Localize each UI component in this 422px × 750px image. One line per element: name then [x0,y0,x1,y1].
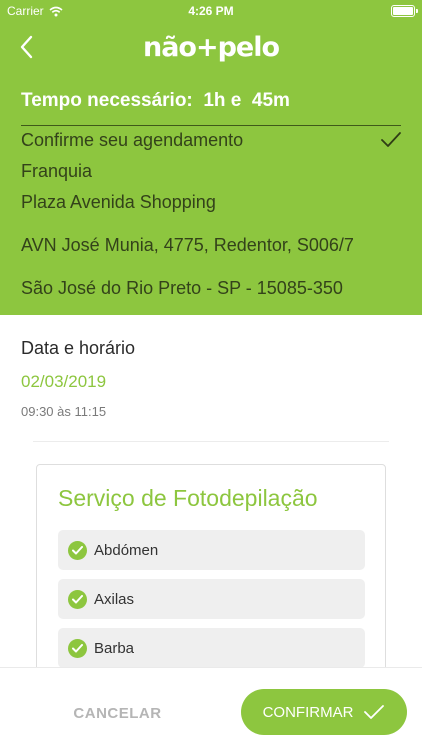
service-item: Barba [58,628,365,668]
confirm-button[interactable]: CONFIRMAR [241,689,407,735]
status-time: 4:26 PM [188,4,234,18]
header: Carrier 4:26 PM não+pelo Tempo necessári… [0,0,422,315]
cancel-button[interactable]: CANCELAR [40,698,195,730]
service-label: Axilas [94,590,135,608]
status-bar: Carrier 4:26 PM [0,0,422,22]
location-type: Franquia [21,161,93,181]
location-address: AVN José Munia, 4775, Redentor, S006/7 [21,235,354,255]
schedule-section: Data e horário [21,338,135,359]
check-circle-icon [68,540,87,560]
location-city: São José do Rio Preto - SP - 15085-350 [21,278,343,298]
required-time: Tempo necessário: 1h e 45m [21,90,290,111]
checkmark-icon [381,132,401,147]
action-footer: CANCELAR CONFIRMAR [0,667,422,750]
checkmark-icon [364,705,385,719]
schedule-date: 02/03/2019 [21,372,107,391]
schedule-title: Data e horário [21,338,136,358]
service-label: Abdómen [94,541,159,559]
confirm-title: Confirme seu agendamento [21,130,244,150]
confirm-label: CONFIRMAR [262,703,354,721]
header-divider [21,125,401,126]
battery-icon [391,5,418,17]
service-item: Axilas [58,579,365,619]
services-title: Serviço de Fotodepilação [58,485,318,511]
location-name: Plaza Avenida Shopping [21,192,216,212]
schedule-time: 09:30 às 11:15 [21,404,107,419]
service-item: Abdómen [58,530,365,570]
check-circle-icon [68,638,87,658]
check-circle-icon [68,589,87,609]
service-label: Barba [94,639,135,657]
section-divider [33,441,389,442]
brand-logo: não+pelo [142,32,280,63]
